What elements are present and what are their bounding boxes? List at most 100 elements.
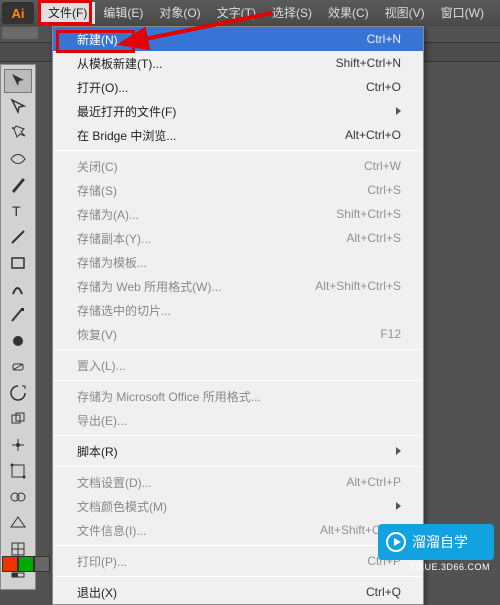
rectangle-tool[interactable]: [4, 251, 32, 275]
menuitem-存储s: 存储(S)Ctrl+S: [53, 178, 423, 202]
eraser-tool[interactable]: [4, 355, 32, 379]
menuitem-打开o[interactable]: 打开(O)...Ctrl+O: [53, 75, 423, 99]
app-logo: Ai: [2, 2, 34, 24]
direct-selection-tool[interactable]: [4, 95, 32, 119]
perspective-grid-tool[interactable]: [4, 511, 32, 535]
menuitem-label: 文档颜色模式(M): [77, 498, 396, 515]
pen-tool[interactable]: [4, 173, 32, 197]
color-swatches: [2, 556, 50, 572]
menuitem-shortcut: F12: [380, 327, 401, 341]
menuitem-label: 文件信息(I)...: [77, 522, 320, 539]
annotation-box-file-menu: [38, 0, 92, 25]
width-tool[interactable]: [4, 433, 32, 457]
menu-编辑e[interactable]: 编辑(E): [95, 2, 151, 24]
menuitem-shortcut: Ctrl+S: [367, 183, 401, 197]
menuitem-label: 存储选中的切片...: [77, 302, 401, 319]
watermark-badge: 溜溜自学: [378, 524, 494, 560]
menuitem-shortcut: Alt+Ctrl+S: [346, 231, 401, 245]
menuitem-在bridge中浏览[interactable]: 在 Bridge 中浏览...Alt+Ctrl+O: [53, 123, 423, 147]
menuitem-shortcut: Ctrl+Q: [366, 585, 401, 599]
menuitem-label: 退出(X): [77, 584, 366, 601]
menuitem-shortcut: Ctrl+N: [367, 32, 401, 46]
menuitem-退出x[interactable]: 退出(X)Ctrl+Q: [53, 580, 423, 604]
menuitem-label: 存储为(A)...: [77, 206, 336, 223]
menuitem-label: 打开(O)...: [77, 79, 366, 96]
rotate-tool[interactable]: [4, 381, 32, 405]
menuitem-文档颜色模式m: 文档颜色模式(M): [53, 494, 423, 518]
menuitem-shortcut: Ctrl+W: [364, 159, 401, 173]
menu-文字t[interactable]: 文字(T): [209, 2, 264, 24]
menuitem-存储为a: 存储为(A)...Shift+Ctrl+S: [53, 202, 423, 226]
menuitem-存储为microsoftoffice所用格式: 存储为 Microsoft Office 所用格式...: [53, 384, 423, 408]
watermark-text: 溜溜自学: [412, 532, 468, 552]
submenu-arrow-icon: [396, 502, 401, 510]
menuitem-文档设置d: 文档设置(D)...Alt+Ctrl+P: [53, 470, 423, 494]
file-menu: 新建(N)...Ctrl+N从模板新建(T)...Shift+Ctrl+N打开(…: [52, 26, 424, 605]
menuitem-label: 打印(P)...: [77, 553, 367, 570]
menuitem-存储选中的切片: 存储选中的切片...: [53, 298, 423, 322]
shape-builder-tool[interactable]: [4, 485, 32, 509]
menuitem-shortcut: Alt+Shift+Ctrl+S: [315, 279, 401, 293]
menuitem-label: 存储副本(Y)...: [77, 230, 346, 247]
menuitem-shortcut: Shift+Ctrl+S: [336, 207, 401, 221]
swatch[interactable]: [18, 556, 34, 572]
menuitem-置入l: 置入(L)...: [53, 353, 423, 377]
type-tool[interactable]: T: [4, 199, 32, 223]
menu-separator: [55, 545, 421, 546]
menuitem-label: 存储为模板...: [77, 254, 401, 271]
menuitem-关闭c: 关闭(C)Ctrl+W: [53, 154, 423, 178]
menuitem-shortcut: Ctrl+O: [366, 80, 401, 94]
menuitem-从模板新建t[interactable]: 从模板新建(T)...Shift+Ctrl+N: [53, 51, 423, 75]
menuitem-label: 存储为 Microsoft Office 所用格式...: [77, 388, 401, 405]
lasso-tool[interactable]: [4, 147, 32, 171]
menuitem-存储为web所用格式w: 存储为 Web 所用格式(W)...Alt+Shift+Ctrl+S: [53, 274, 423, 298]
menu-效果c[interactable]: 效果(C): [320, 2, 377, 24]
menu-窗口w[interactable]: 窗口(W): [433, 2, 492, 24]
menu-对象o[interactable]: 对象(O): [151, 2, 208, 24]
menu-separator: [55, 576, 421, 577]
menuitem-存储为模板: 存储为模板...: [53, 250, 423, 274]
menuitem-label: 置入(L)...: [77, 357, 401, 374]
menuitem-label: 文档设置(D)...: [77, 474, 346, 491]
menuitem-label: 从模板新建(T)...: [77, 55, 336, 72]
submenu-arrow-icon: [396, 107, 401, 115]
menu-选择s[interactable]: 选择(S): [264, 2, 320, 24]
pencil-tool[interactable]: [4, 303, 32, 327]
menuitem-脚本r[interactable]: 脚本(R): [53, 439, 423, 463]
menuitem-存储副本y: 存储副本(Y)...Alt+Ctrl+S: [53, 226, 423, 250]
play-icon: [386, 532, 406, 552]
menu-separator: [55, 349, 421, 350]
svg-text:T: T: [12, 203, 21, 219]
paintbrush-tool[interactable]: [4, 277, 32, 301]
scale-tool[interactable]: [4, 407, 32, 431]
menuitem-label: 最近打开的文件(F): [77, 103, 396, 120]
menuitem-最近打开的文件f[interactable]: 最近打开的文件(F): [53, 99, 423, 123]
blob-brush-tool[interactable]: [4, 329, 32, 353]
menu-separator: [55, 380, 421, 381]
menuitem-label: 脚本(R): [77, 443, 396, 460]
swatch[interactable]: [34, 556, 50, 572]
menuitem-label: 恢复(V): [77, 326, 380, 343]
swatch[interactable]: [2, 556, 18, 572]
watermark-subtext: ZIXUE.3D66.COM: [409, 562, 490, 572]
menuitem-导出e: 导出(E)...: [53, 408, 423, 432]
tools-panel: T: [0, 64, 36, 590]
menuitem-shortcut: Alt+Ctrl+O: [345, 128, 401, 142]
menuitem-label: 存储为 Web 所用格式(W)...: [77, 278, 315, 295]
free-transform-tool[interactable]: [4, 459, 32, 483]
menuitem-label: 存储(S): [77, 182, 367, 199]
menuitem-label: 关闭(C): [77, 158, 364, 175]
submenu-arrow-icon: [396, 447, 401, 455]
menuitem-恢复v: 恢复(V)F12: [53, 322, 423, 346]
menu-separator: [55, 435, 421, 436]
menu-视图v[interactable]: 视图(V): [377, 2, 433, 24]
menuitem-shortcut: Alt+Ctrl+P: [346, 475, 401, 489]
menuitem-打印p: 打印(P)...Ctrl+P: [53, 549, 423, 573]
magic-wand-tool[interactable]: [4, 121, 32, 145]
menuitem-文件信息i: 文件信息(I)...Alt+Shift+Ctrl+I: [53, 518, 423, 542]
menu-separator: [55, 466, 421, 467]
line-tool[interactable]: [4, 225, 32, 249]
selection-tool[interactable]: [4, 69, 32, 93]
control-bar-handle[interactable]: [2, 27, 38, 39]
menu-separator: [55, 150, 421, 151]
